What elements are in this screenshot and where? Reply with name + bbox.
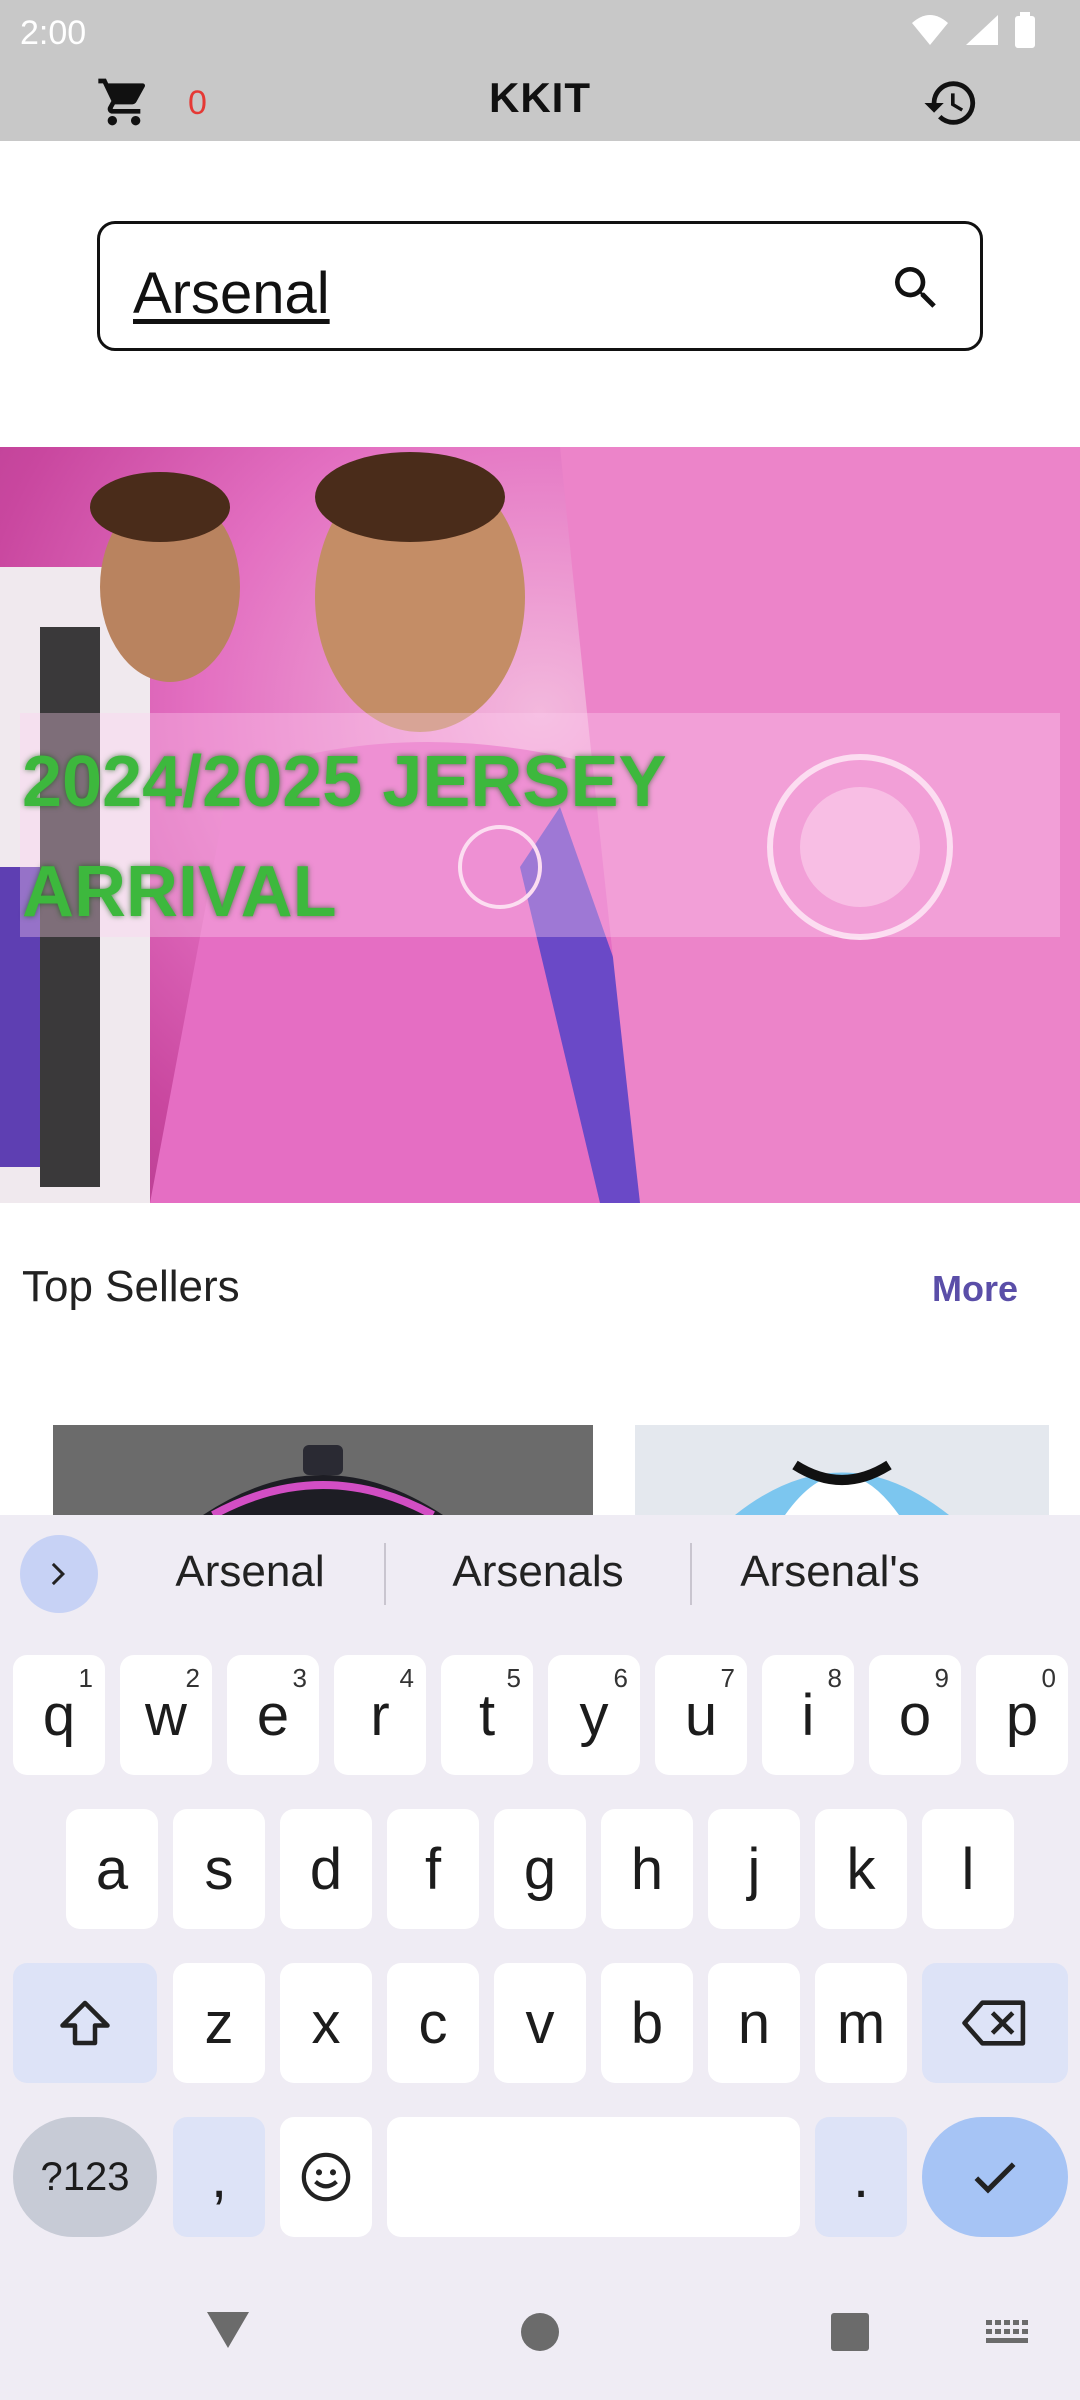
- check-icon: [974, 2162, 1016, 2194]
- key-hint: 1: [78, 1663, 93, 1693]
- key-label: y: [579, 1682, 609, 1748]
- app-top-bar: 2:00 0 KKIT: [0, 0, 1080, 141]
- key-y[interactable]: y6: [548, 1655, 640, 1775]
- key-h[interactable]: h: [601, 1809, 693, 1929]
- key-hint: 6: [613, 1663, 628, 1693]
- backspace-icon: [962, 2000, 1026, 2046]
- nav-home-icon[interactable]: [520, 2312, 560, 2352]
- key-hint: 3: [292, 1663, 307, 1693]
- key-label: o: [898, 1682, 932, 1748]
- product-card[interactable]: [635, 1425, 1049, 1515]
- key-k[interactable]: k: [815, 1809, 907, 1929]
- key-f[interactable]: f: [387, 1809, 479, 1929]
- key-e[interactable]: e3: [227, 1655, 319, 1775]
- key-o[interactable]: o9: [869, 1655, 961, 1775]
- key-label: q: [42, 1682, 76, 1748]
- product-card[interactable]: [53, 1425, 593, 1515]
- key-j[interactable]: j: [708, 1809, 800, 1929]
- key-g[interactable]: g: [494, 1809, 586, 1929]
- key-label: t: [478, 1682, 496, 1748]
- key-u[interactable]: u7: [655, 1655, 747, 1775]
- period-key[interactable]: .: [815, 2117, 907, 2237]
- key-z[interactable]: z: [173, 1963, 265, 2083]
- search-input[interactable]: Arsenal: [97, 221, 983, 351]
- suggestion-1[interactable]: Arsenal: [120, 1547, 380, 1597]
- status-icons: [910, 12, 1036, 48]
- key-hint: 5: [506, 1663, 521, 1693]
- backspace-key[interactable]: [922, 1963, 1068, 2083]
- suggestion-2[interactable]: Arsenals: [400, 1547, 676, 1597]
- emoji-key[interactable]: [280, 2117, 372, 2237]
- more-link[interactable]: More: [932, 1268, 1018, 1310]
- shift-icon: [60, 2000, 110, 2046]
- key-a[interactable]: a: [66, 1809, 158, 1929]
- banner-line-1: 2024/2025 JERSEY: [22, 742, 667, 822]
- nav-back-icon[interactable]: [205, 2310, 251, 2350]
- key-x[interactable]: x: [280, 1963, 372, 2083]
- battery-icon: [1015, 12, 1035, 48]
- key-t[interactable]: t5: [441, 1655, 533, 1775]
- comma-key[interactable]: ,: [173, 2117, 265, 2237]
- key-label: r: [370, 1682, 390, 1748]
- key-label: i: [801, 1682, 815, 1748]
- system-nav-bar: [0, 2270, 1080, 2400]
- key-r[interactable]: r4: [334, 1655, 426, 1775]
- key-label: p: [1005, 1682, 1039, 1748]
- key-v[interactable]: v: [494, 1963, 586, 2083]
- key-w[interactable]: w2: [120, 1655, 212, 1775]
- suggestion-divider: [384, 1543, 386, 1605]
- enter-key[interactable]: [922, 2117, 1068, 2237]
- wifi-icon: [912, 15, 948, 45]
- emoji-icon: [301, 2152, 351, 2202]
- top-sellers-heading: Top Sellers: [22, 1262, 240, 1311]
- key-n[interactable]: n: [708, 1963, 800, 2083]
- key-label: w: [145, 1682, 187, 1748]
- suggestion-3[interactable]: Arsenal's: [700, 1547, 960, 1597]
- suggestion-divider: [690, 1543, 692, 1605]
- key-label: u: [684, 1682, 718, 1748]
- promo-banner[interactable]: 2024/2025 JERSEY ARRIVAL: [0, 447, 1080, 1203]
- key-hint: 4: [399, 1663, 414, 1693]
- suggestion-strip: Arsenal Arsenals Arsenal's: [0, 1515, 1080, 1633]
- key-m[interactable]: m: [815, 1963, 907, 2083]
- banner-line-2: ARRIVAL: [22, 852, 337, 932]
- symbols-key[interactable]: ?123: [13, 2117, 157, 2237]
- key-hint: 7: [720, 1663, 735, 1693]
- key-s[interactable]: s: [173, 1809, 265, 1929]
- keyboard-icon[interactable]: [986, 2320, 1030, 2348]
- key-d[interactable]: d: [280, 1809, 372, 1929]
- key-q[interactable]: q1: [13, 1655, 105, 1775]
- soft-keyboard: Arsenal Arsenals Arsenal's q1 w2 e3 r4 t…: [0, 1515, 1080, 2400]
- search-icon[interactable]: [888, 260, 944, 316]
- nav-recents-icon[interactable]: [830, 2312, 870, 2352]
- key-label: e: [256, 1682, 290, 1748]
- product-image: [53, 1425, 593, 1515]
- banner-headline: 2024/2025 JERSEY ARRIVAL: [22, 727, 782, 947]
- key-hint: 9: [934, 1663, 949, 1693]
- product-image: [635, 1425, 1049, 1515]
- app-title: KKIT: [489, 74, 591, 121]
- key-i[interactable]: i8: [762, 1655, 854, 1775]
- history-icon: [924, 81, 976, 125]
- space-key[interactable]: [387, 2117, 800, 2237]
- key-c[interactable]: c: [387, 1963, 479, 2083]
- signal-icon: [966, 15, 998, 45]
- chevron-right-icon: [51, 1562, 65, 1586]
- status-time: 2:00: [20, 14, 87, 52]
- expand-toolbar-button[interactable]: [20, 1535, 98, 1613]
- history-button[interactable]: [922, 74, 980, 137]
- key-hint: 8: [827, 1663, 842, 1693]
- key-l[interactable]: l: [922, 1809, 1014, 1929]
- search-input-value: Arsenal: [133, 261, 330, 326]
- key-p[interactable]: p0: [976, 1655, 1068, 1775]
- key-hint: 2: [185, 1663, 200, 1693]
- key-hint: 0: [1041, 1663, 1056, 1693]
- key-b[interactable]: b: [601, 1963, 693, 2083]
- shift-key[interactable]: [13, 1963, 157, 2083]
